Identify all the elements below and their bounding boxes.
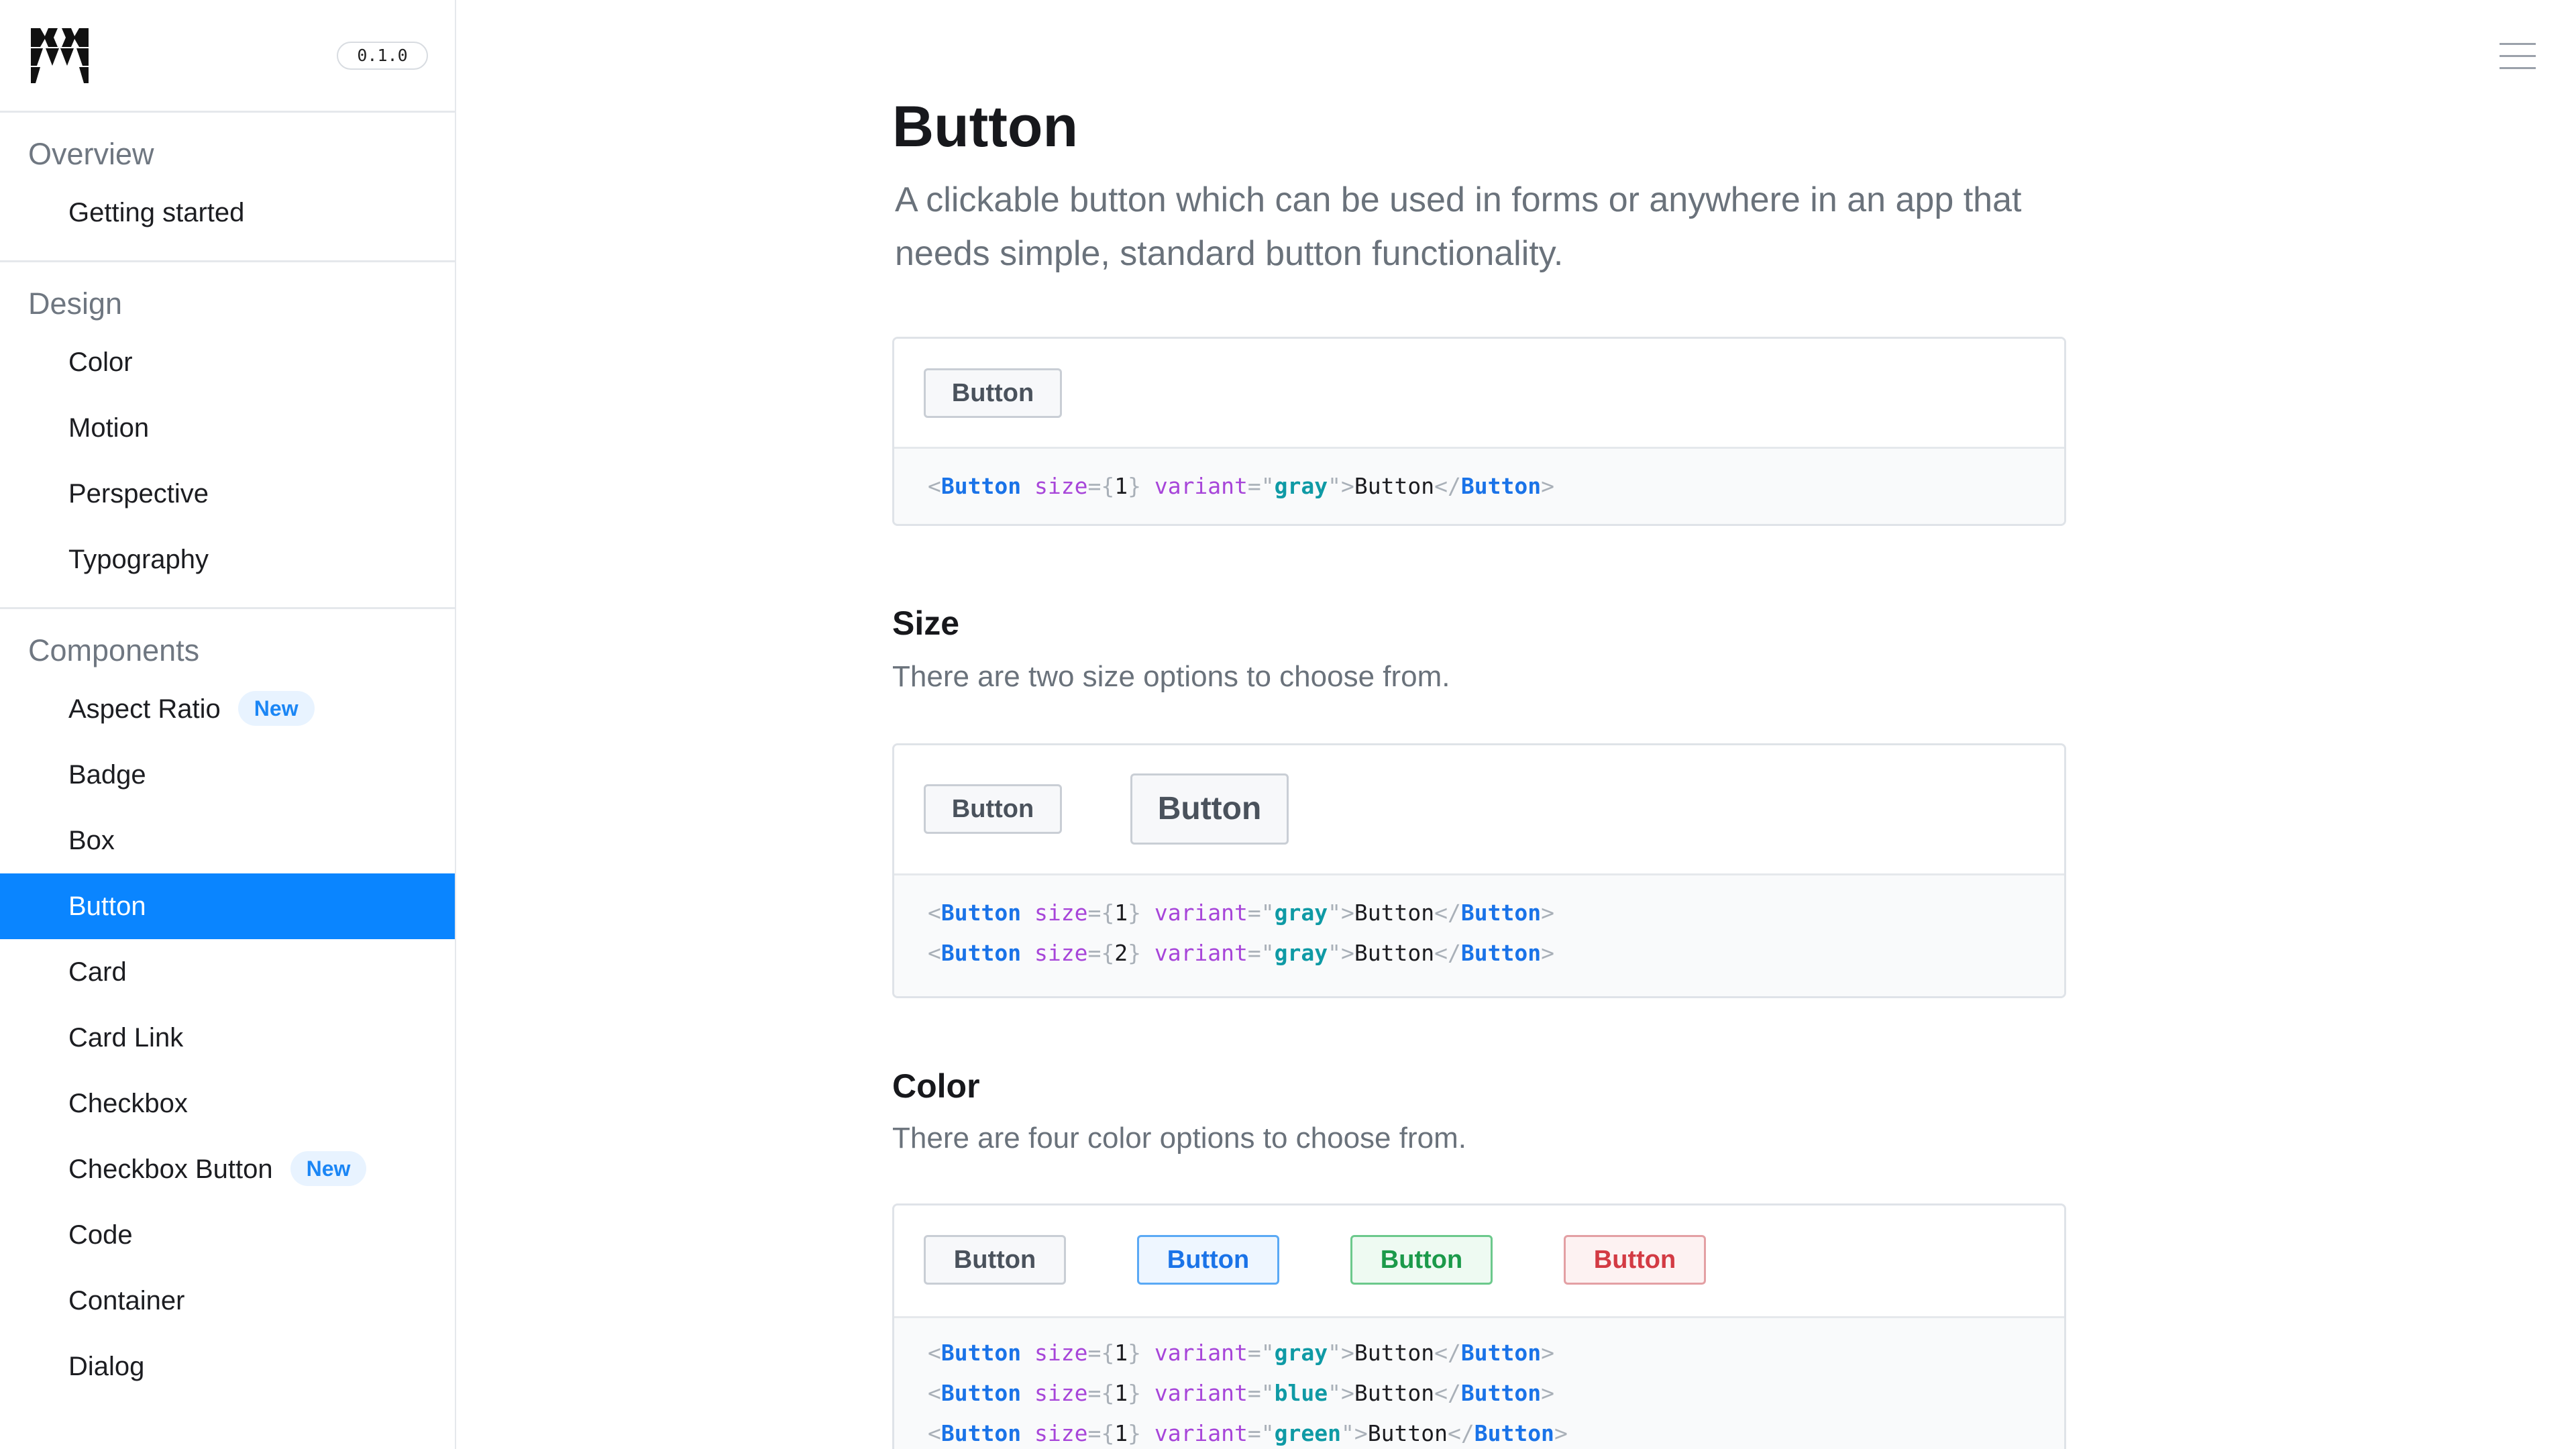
sidebar-item-typography[interactable]: Typography (0, 527, 455, 592)
page-description: A clickable button which can be used in … (895, 180, 2022, 273)
example-preview: Button Button (894, 745, 2064, 875)
sidebar-item-label: Badge (68, 760, 146, 790)
hamburger-menu-icon[interactable] (2500, 40, 2540, 74)
sidebar-section-components: Components Aspect Ratio New Badge Box But… (0, 609, 455, 1414)
sidebar-item-aspect-ratio[interactable]: Aspect Ratio New (0, 676, 455, 742)
menu-bar (2500, 67, 2536, 69)
sidebar-item-label: Box (68, 826, 115, 855)
sidebar-header: 0.1.0 (0, 0, 455, 113)
new-badge: New (237, 691, 315, 727)
example-preview: Button Button Button Button (894, 1205, 2064, 1318)
example-preview: Button (894, 339, 2064, 449)
code-line: <Button size={1} variant="blue">Button</… (928, 1380, 1554, 1406)
sidebar-item-label: Button (68, 892, 146, 921)
code-block: <Button size={1} variant="gray">Button</… (894, 1318, 2064, 1449)
sidebar-item-checkbox[interactable]: Checkbox (0, 1071, 455, 1136)
demo-button-green[interactable]: Button (1350, 1235, 1493, 1285)
sidebar-item-label: Card (68, 957, 127, 987)
sidebar-item-card-link[interactable]: Card Link (0, 1005, 455, 1071)
sidebar-item-getting-started[interactable]: Getting started (0, 180, 455, 246)
demo-button-gray[interactable]: Button (924, 1235, 1066, 1285)
sidebar-item-label: Checkbox Button (68, 1155, 273, 1184)
sidebar-item-label: Card Link (68, 1023, 184, 1053)
demo-button-gray[interactable]: Button (924, 368, 1062, 418)
modulz-logo-icon[interactable] (31, 28, 89, 83)
example-basic-panel: Button <Button size={1} variant="gray">B… (892, 337, 2066, 526)
sidebar-item-button[interactable]: Button (0, 873, 455, 939)
menu-bar (2500, 43, 2536, 45)
sidebar-section-title: Design (28, 286, 123, 321)
section-description-size: There are two size options to choose fro… (892, 660, 1450, 693)
code-line: <Button size={1} variant="gray">Button</… (928, 900, 1554, 926)
code-line: <Button size={2} variant="gray">Button</… (928, 940, 1554, 966)
sidebar: 0.1.0 Overview Getting started Design Co… (0, 0, 456, 1449)
sidebar-item-label: Typography (68, 545, 209, 574)
demo-button-blue[interactable]: Button (1137, 1235, 1279, 1285)
code-line: <Button size={1} variant="gray">Button</… (928, 1340, 1554, 1366)
sidebar-item-label: Getting started (68, 198, 245, 227)
menu-bar (2500, 55, 2536, 57)
sidebar-item-label: Perspective (68, 479, 209, 508)
page-title: Button (892, 95, 1078, 159)
section-heading-size: Size (892, 604, 960, 642)
sidebar-item-container[interactable]: Container (0, 1268, 455, 1334)
sidebar-item-perspective[interactable]: Perspective (0, 461, 455, 527)
sidebar-item-label: Color (68, 347, 133, 377)
code-line: <Button size={1} variant="gray">Button</… (928, 473, 1554, 499)
sidebar-item-label: Container (68, 1286, 185, 1316)
section-description-color: There are four color options to choose f… (892, 1122, 1466, 1155)
sidebar-item-motion[interactable]: Motion (0, 395, 455, 461)
sidebar-item-card[interactable]: Card (0, 939, 455, 1005)
sidebar-item-badge[interactable]: Badge (0, 742, 455, 808)
sidebar-item-dialog[interactable]: Dialog (0, 1334, 455, 1399)
sidebar-item-checkbox-button[interactable]: Checkbox Button New (0, 1136, 455, 1202)
sidebar-item-label: Aspect Ratio (68, 694, 221, 724)
sidebar-item-code[interactable]: Code (0, 1202, 455, 1268)
sidebar-item-label: Motion (68, 413, 150, 443)
code-block: <Button size={1} variant="gray">Button</… (894, 875, 2064, 996)
new-badge: New (290, 1151, 367, 1187)
example-size-panel: Button Button <Button size={1} variant="… (892, 743, 2066, 998)
sidebar-item-label: Code (68, 1220, 133, 1250)
version-badge: 0.1.0 (337, 42, 428, 70)
sidebar-item-color[interactable]: Color (0, 329, 455, 395)
sidebar-section-overview: Overview Getting started (0, 113, 455, 262)
demo-button-size-1[interactable]: Button (924, 784, 1062, 834)
code-line: <Button size={1} variant="green">Button<… (928, 1420, 1568, 1446)
sidebar-section-design: Design Color Motion Perspective Typograp… (0, 262, 455, 609)
code-block: <Button size={1} variant="gray">Button</… (894, 449, 2064, 524)
sidebar-section-title: Components (28, 633, 200, 667)
sidebar-item-box[interactable]: Box (0, 808, 455, 873)
sidebar-item-label: Checkbox (68, 1089, 188, 1118)
section-heading-color: Color (892, 1067, 980, 1105)
demo-button-red[interactable]: Button (1564, 1235, 1706, 1285)
demo-button-size-2[interactable]: Button (1130, 773, 1289, 845)
sidebar-section-title: Overview (28, 137, 154, 171)
sidebar-item-label: Dialog (68, 1352, 145, 1381)
example-color-panel: Button Button Button Button <Button size… (892, 1203, 2066, 1449)
